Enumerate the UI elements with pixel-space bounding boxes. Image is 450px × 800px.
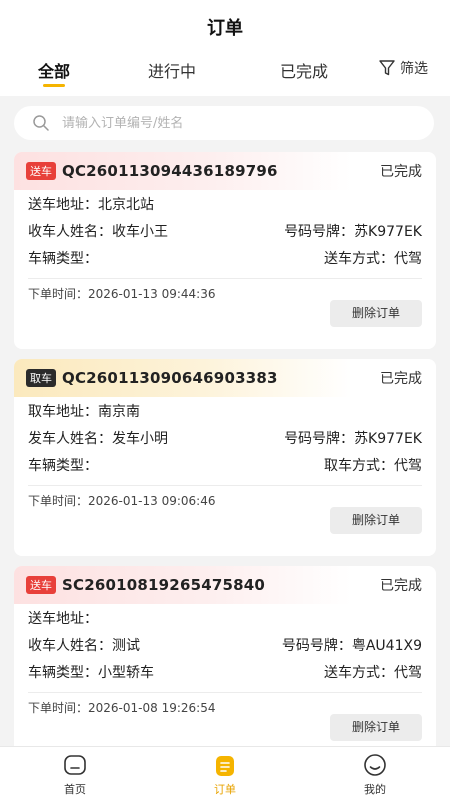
home-icon bbox=[64, 755, 86, 775]
vehicle-type-label: 车辆类型： bbox=[28, 250, 98, 267]
order-type-tag: 取车 bbox=[26, 369, 56, 387]
order-number: QC260113090646903383 bbox=[62, 369, 278, 387]
plate-label: 号码号牌： bbox=[284, 430, 355, 447]
name-label: 收车人姓名： bbox=[28, 637, 112, 654]
page-title: 订单 bbox=[207, 18, 243, 39]
order-card-header: 取车 QC260113090646903383 已完成 bbox=[14, 359, 436, 397]
search-icon bbox=[33, 115, 49, 131]
order-card-header: 送车 QC260113094436189796 已完成 bbox=[14, 152, 436, 190]
method-label: 取车方式： bbox=[324, 457, 394, 474]
method-value: 代驾 bbox=[394, 250, 422, 267]
vehicle-type-value: 小型轿车 bbox=[98, 664, 154, 681]
delete-order-button[interactable]: 删除订单 bbox=[330, 507, 422, 534]
search-bar[interactable] bbox=[14, 106, 434, 140]
vehicle-type-label: 车辆类型： bbox=[28, 664, 98, 681]
nav-orders[interactable]: 订单 bbox=[185, 753, 265, 797]
order-card-header: 送车 SC26010819265475840 已完成 bbox=[14, 566, 436, 604]
type-method-row: 车辆类型：小型轿车 送车方式：代驾 bbox=[14, 658, 436, 685]
time-value: 2026-01-13 09:06:46 bbox=[88, 494, 216, 508]
nav-profile[interactable]: 我的 bbox=[335, 753, 415, 797]
address-row: 取车地址：南京南 bbox=[14, 397, 436, 424]
filter-label: 筛选 bbox=[400, 61, 428, 77]
tab-all-label: 全部 bbox=[38, 62, 71, 81]
order-list: 送车 QC260113094436189796 已完成 送车地址：北京北站 收车… bbox=[14, 152, 436, 773]
address-value: 北京北站 bbox=[98, 196, 154, 213]
time-label: 下单时间： bbox=[28, 701, 89, 715]
address-row: 送车地址：北京北站 bbox=[14, 190, 436, 217]
time-label: 下单时间： bbox=[28, 287, 89, 301]
delete-order-button[interactable]: 删除订单 bbox=[330, 714, 422, 741]
order-card[interactable]: 取车 QC260113090646903383 已完成 取车地址：南京南 发车人… bbox=[14, 359, 436, 556]
address-row: 送车地址： bbox=[14, 604, 436, 631]
search-input[interactable] bbox=[62, 115, 402, 131]
method-value: 代驾 bbox=[394, 664, 422, 681]
tab-all[interactable]: 全部 bbox=[38, 58, 71, 87]
order-icon bbox=[216, 756, 234, 776]
type-method-row: 车辆类型： 送车方式：代驾 bbox=[14, 244, 436, 271]
tab-in-progress[interactable]: 进行中 bbox=[148, 58, 196, 82]
order-number: SC26010819265475840 bbox=[62, 576, 266, 594]
name-label: 收车人姓名： bbox=[28, 223, 112, 240]
filter-icon bbox=[379, 60, 395, 76]
filter-button[interactable]: 筛选 bbox=[378, 58, 428, 78]
order-card[interactable]: 送车 SC26010819265475840 已完成 送车地址： 收车人姓名：测… bbox=[14, 566, 436, 763]
plate-value: 苏K977EK bbox=[354, 430, 422, 447]
bottom-nav: 首页 订单 我的 bbox=[0, 746, 450, 800]
order-status: 已完成 bbox=[380, 371, 422, 387]
name-value: 发车小明 bbox=[112, 430, 168, 447]
address-label: 送车地址： bbox=[28, 610, 98, 627]
order-time: 下单时间：2026-01-08 19:26:54 bbox=[14, 693, 436, 716]
address-label: 送车地址： bbox=[28, 196, 98, 213]
order-card[interactable]: 送车 QC260113094436189796 已完成 送车地址：北京北站 收车… bbox=[14, 152, 436, 349]
plate-value: 苏K977EK bbox=[354, 223, 422, 240]
nav-profile-label: 我的 bbox=[364, 783, 386, 796]
order-type-tag: 送车 bbox=[26, 162, 56, 180]
name-plate-row: 发车人姓名：发车小明 号码号牌：苏K977EK bbox=[14, 424, 436, 451]
order-type-tag: 送车 bbox=[26, 576, 56, 594]
name-plate-row: 收车人姓名：测试 号码号牌：粤AU41X9 bbox=[14, 631, 436, 658]
header: 订单 全部 进行中 已完成 筛选 bbox=[0, 0, 450, 96]
nav-home-label: 首页 bbox=[64, 783, 86, 796]
method-label: 送车方式： bbox=[324, 250, 394, 267]
time-label: 下单时间： bbox=[28, 494, 89, 508]
name-plate-row: 收车人姓名：收车小王 号码号牌：苏K977EK bbox=[14, 217, 436, 244]
time-value: 2026-01-13 09:44:36 bbox=[88, 287, 216, 301]
name-label: 发车人姓名： bbox=[28, 430, 112, 447]
name-value: 测试 bbox=[112, 637, 140, 654]
order-status: 已完成 bbox=[380, 578, 422, 594]
tab-active-indicator bbox=[43, 84, 65, 87]
delete-order-button[interactable]: 删除订单 bbox=[330, 300, 422, 327]
type-method-row: 车辆类型： 取车方式：代驾 bbox=[14, 451, 436, 478]
address-value: 南京南 bbox=[98, 403, 140, 420]
nav-orders-label: 订单 bbox=[214, 783, 236, 796]
time-value: 2026-01-08 19:26:54 bbox=[88, 701, 216, 715]
order-time: 下单时间：2026-01-13 09:44:36 bbox=[14, 279, 436, 302]
tab-completed[interactable]: 已完成 bbox=[280, 58, 328, 82]
plate-label: 号码号牌： bbox=[284, 223, 355, 240]
method-label: 送车方式： bbox=[324, 664, 394, 681]
nav-home[interactable]: 首页 bbox=[35, 753, 115, 797]
plate-label: 号码号牌： bbox=[281, 637, 352, 654]
method-value: 代驾 bbox=[394, 457, 422, 474]
order-time: 下单时间：2026-01-13 09:06:46 bbox=[14, 486, 436, 509]
vehicle-type-label: 车辆类型： bbox=[28, 457, 98, 474]
order-status: 已完成 bbox=[380, 164, 422, 180]
name-value: 收车小王 bbox=[112, 223, 168, 240]
profile-icon bbox=[364, 754, 386, 776]
address-label: 取车地址： bbox=[28, 403, 98, 420]
order-tabs: 全部 进行中 已完成 筛选 bbox=[0, 58, 450, 88]
order-number: QC260113094436189796 bbox=[62, 162, 278, 180]
plate-value: 粤AU41X9 bbox=[351, 637, 422, 654]
